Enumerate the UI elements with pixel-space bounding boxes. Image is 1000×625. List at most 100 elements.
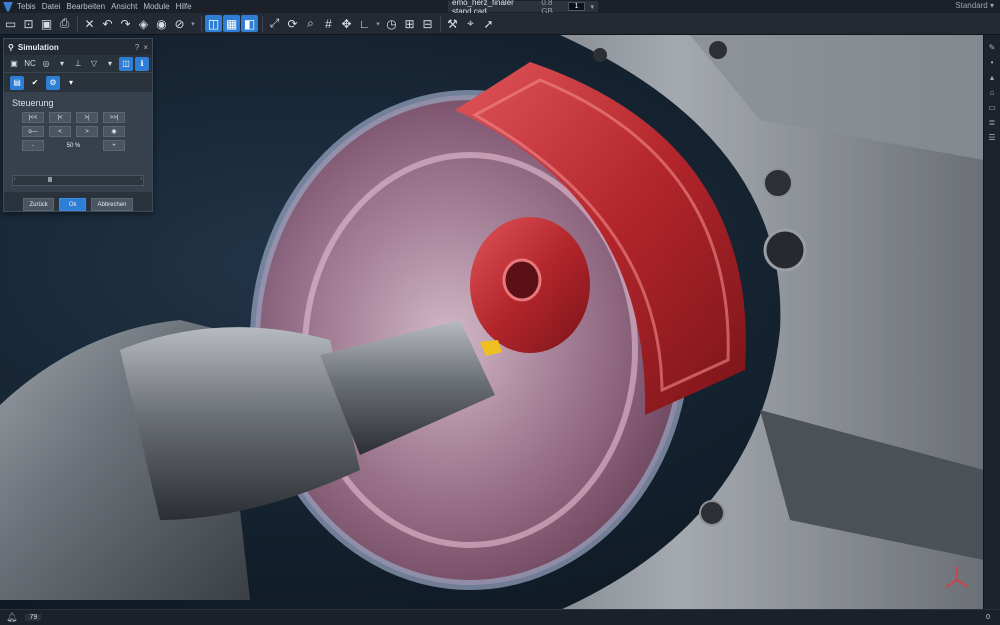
selection-count: 0 — [986, 614, 990, 621]
save-icon[interactable]: ▣ — [38, 15, 55, 32]
chevron-down-icon: ▾ — [989, 1, 994, 10]
cube-shaded-icon[interactable]: ▦ — [223, 15, 240, 32]
notification-bell-icon[interactable]: 🔔︎ — [6, 612, 17, 623]
step-back-button[interactable]: |< — [49, 112, 71, 123]
document-tab[interactable]: emo_herz_finaler stand.cad 0.8 GB 1 ▾ — [448, 0, 598, 16]
panel-toolbar-secondary: ▤ ✔ ⚙ ▾ — [4, 73, 152, 92]
record-button[interactable]: ◉ — [103, 126, 125, 137]
skip-to-end-button[interactable]: >>| — [103, 112, 125, 123]
status-bar: 🔔︎ 79 0 — [0, 609, 1000, 625]
chevron-down-icon[interactable]: ▾ — [590, 3, 594, 11]
play-forward-button[interactable]: > — [76, 126, 98, 137]
cube-front-icon[interactable]: ◧ — [241, 15, 258, 32]
step-forward-button[interactable]: >| — [76, 112, 98, 123]
open-folder-icon[interactable]: ▭ — [2, 15, 19, 32]
help-icon[interactable]: ? — [135, 43, 139, 52]
fit-view-icon[interactable]: ⤢ — [266, 15, 283, 32]
reverse-button[interactable]: o— — [22, 126, 44, 137]
redo-icon[interactable]: ↷ — [117, 15, 134, 32]
save-icon[interactable]: ▣ — [7, 57, 21, 71]
zoom-icon[interactable]: ⌕ — [302, 15, 319, 32]
list-icon[interactable]: ☰ — [987, 133, 997, 143]
section-heading: Steuerung — [12, 98, 54, 108]
menu-bearbeiten[interactable]: Bearbeiten — [66, 2, 105, 11]
grid-icon[interactable]: # — [320, 15, 337, 32]
workplane-icon[interactable]: ⊞ — [401, 15, 418, 32]
arrow-left-icon[interactable]: ‹ — [14, 176, 16, 182]
tool-icon[interactable]: ⚒ — [444, 15, 461, 32]
chuck-bolt — [593, 48, 607, 62]
filter-icon[interactable]: ◈ — [135, 15, 152, 32]
cancel-button[interactable]: Abbrechen — [91, 198, 133, 211]
chevron-down-icon[interactable]: ▾ — [374, 15, 382, 32]
triangle-icon[interactable]: ▴ — [987, 73, 997, 83]
tool-line-icon[interactable]: ⊥ — [71, 57, 85, 71]
chuck-bolt — [763, 168, 793, 198]
axis-icon[interactable]: ∟ — [356, 15, 373, 32]
arrow-right-icon[interactable]: › — [140, 176, 142, 182]
chevron-down-icon[interactable]: ▾ — [189, 15, 197, 32]
speed-increase-button[interactable]: + — [103, 140, 125, 151]
select-cursor-icon[interactable]: ➚ — [480, 15, 497, 32]
frame-icon[interactable]: ⊟ — [419, 15, 436, 32]
toolbar-divider — [77, 15, 78, 32]
panel-toolbar: ▣ NC ◎ ▾ ⊥ ▽ ▾ ◫ ℹ — [4, 55, 152, 73]
menu-datei[interactable]: Datei — [42, 2, 61, 11]
window-number[interactable]: 1 — [567, 2, 586, 11]
folder-icon[interactable]: ⊡ — [20, 15, 37, 32]
message-count[interactable]: 79 — [25, 614, 42, 621]
check-circle-icon[interactable]: ✔ — [28, 76, 42, 90]
simulation-mode-icon[interactable]: ▤ — [10, 75, 24, 90]
menu-tebis[interactable]: Tebis — [17, 2, 36, 11]
measure-icon[interactable]: ⌖ — [462, 15, 479, 32]
machine-icon[interactable]: ◎ — [39, 57, 53, 71]
print-icon[interactable]: ⎙ — [56, 15, 73, 32]
profile-selector[interactable]: Standard ▾ — [955, 1, 994, 10]
hide-icon[interactable]: ⊘ — [171, 15, 188, 32]
undo-icon[interactable]: ↶ — [99, 15, 116, 32]
panel-title: Simulation — [17, 42, 59, 52]
chevron-down-icon[interactable]: ▾ — [103, 57, 117, 71]
simulation-icon: ⚲ — [8, 42, 14, 52]
back-button[interactable]: Zurück — [23, 198, 54, 211]
toolbar-divider — [262, 15, 263, 32]
timer-icon[interactable]: ◷ — [383, 15, 400, 32]
chuck-bolt — [709, 41, 727, 59]
funnel-icon[interactable]: ▽ — [87, 57, 101, 71]
delete-icon[interactable]: ✕ — [81, 15, 98, 32]
machine-setup-icon[interactable]: ⚙ — [46, 75, 60, 90]
visibility-icon[interactable]: ◉ — [153, 15, 170, 32]
playback-controls: |<< |< >| >>| o— < > ◉ - 50 % + — [22, 112, 144, 151]
chuck-bolt — [699, 500, 725, 526]
monitor-icon[interactable]: ▭ — [987, 103, 997, 113]
simulation-panel: ⚲ Simulation ? × ▣ NC ◎ ▾ ⊥ ▽ ▾ ◫ ℹ ▤ ✔ … — [3, 38, 153, 212]
rotate-icon[interactable]: ⟳ — [284, 15, 301, 32]
chevron-down-icon[interactable]: ▾ — [64, 76, 78, 90]
close-icon[interactable]: × — [143, 43, 148, 52]
info-icon[interactable]: ℹ — [135, 56, 149, 71]
pencil-icon[interactable]: ✎ — [987, 43, 997, 53]
chevron-down-icon[interactable]: ▾ — [55, 57, 69, 71]
menu-module[interactable]: Module — [143, 2, 169, 11]
ok-button[interactable]: Ok — [58, 198, 87, 211]
toolbar-divider — [201, 15, 202, 32]
menu-hilfe[interactable]: Hilfe — [176, 2, 192, 11]
toolbar-divider — [440, 15, 441, 32]
cube-view-icon[interactable]: ◫ — [205, 15, 222, 32]
slider-thumb[interactable] — [48, 177, 53, 182]
speed-value: 50 % — [66, 142, 81, 149]
skip-to-start-button[interactable]: |<< — [22, 112, 44, 123]
main-toolbar: ▭ ⊡ ▣ ⎙ ✕ ↶ ↷ ◈ ◉ ⊘ ▾ ◫ ▦ ◧ ⤢ ⟳ ⌕ # ✥ ∟ … — [0, 13, 1000, 35]
control-section: Steuerung |<< |< >| >>| o— < > ◉ - 50 % … — [4, 92, 152, 192]
dot-icon[interactable]: • — [987, 58, 997, 68]
pan-icon[interactable]: ✥ — [338, 15, 355, 32]
layers-icon[interactable]: ≣ — [987, 118, 997, 128]
speed-decrease-button[interactable]: - — [22, 140, 44, 151]
cube-icon[interactable]: ◫ — [119, 56, 133, 71]
simulation-progress-slider[interactable]: ‹ › — [12, 175, 144, 186]
menu-ansicht[interactable]: Ansicht — [111, 2, 137, 11]
profile-label: Standard — [955, 1, 988, 10]
home-icon[interactable]: ⌂ — [987, 88, 997, 98]
nc-program-icon[interactable]: NC — [23, 57, 37, 71]
play-backward-button[interactable]: < — [49, 126, 71, 137]
